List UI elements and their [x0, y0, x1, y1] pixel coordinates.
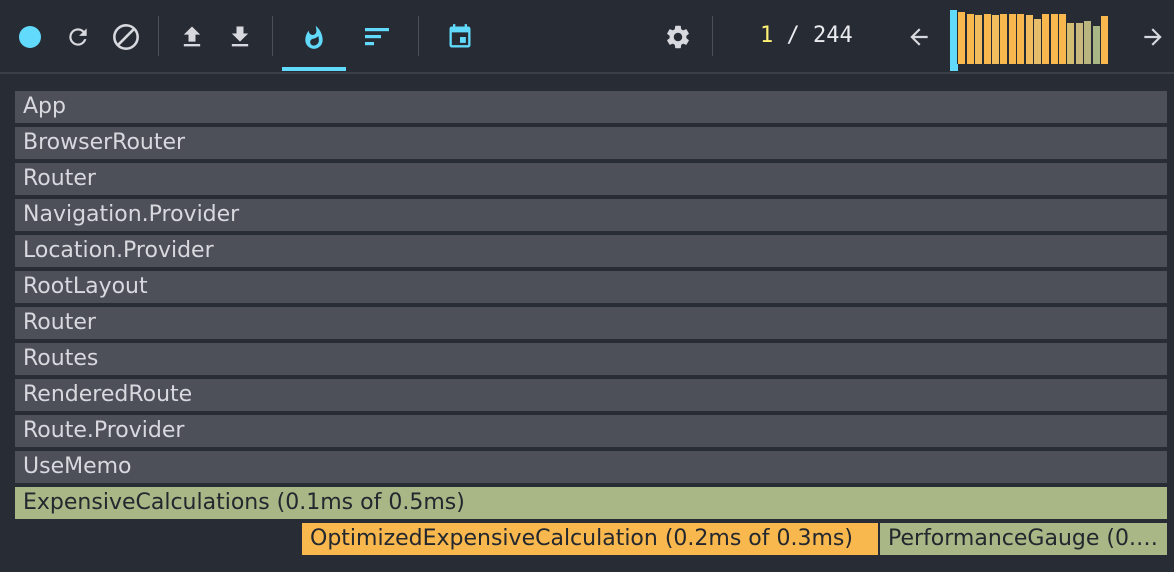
- settings-icon: [667, 25, 689, 49]
- commit-current: 1: [760, 23, 774, 48]
- commit-bar[interactable]: [1033, 19, 1041, 64]
- flamegraph-node[interactable]: PerformanceGauge (0.2ms of 0.2ms): [879, 522, 1168, 556]
- tab-flamegraph[interactable]: [282, 18, 346, 58]
- flamegraph-node[interactable]: Router: [14, 162, 1168, 196]
- flamegraph-node[interactable]: OptimizedExpensiveCalculation (0.2ms of …: [301, 522, 879, 556]
- flamegraph-node[interactable]: Navigation.Provider: [14, 198, 1168, 232]
- reload-and-profile-button[interactable]: [62, 20, 94, 54]
- commit-bar[interactable]: [1059, 14, 1067, 64]
- commit-bar[interactable]: [966, 14, 974, 64]
- record-icon: [19, 26, 41, 48]
- commit-bar[interactable]: [1050, 14, 1058, 64]
- commit-bar[interactable]: [950, 10, 957, 64]
- flamegraph-node[interactable]: App: [14, 90, 1168, 124]
- commit-bar[interactable]: [1101, 16, 1109, 64]
- tab-ranked[interactable]: [360, 20, 396, 54]
- active-tab-indicator: [282, 67, 346, 71]
- commit-bar[interactable]: [1075, 23, 1083, 64]
- reload-icon: [69, 28, 87, 46]
- previous-commit-button[interactable]: [902, 20, 936, 54]
- upload-icon: [183, 26, 201, 47]
- flamegraph-node[interactable]: Router: [14, 306, 1168, 340]
- flamegraph-node[interactable]: Route.Provider: [14, 414, 1168, 448]
- commit-bar[interactable]: [1067, 23, 1075, 64]
- arrow-right-icon: [1144, 28, 1162, 46]
- commit-bar[interactable]: [983, 14, 991, 64]
- toolbar-separator: [418, 16, 419, 56]
- download-icon: [231, 26, 249, 47]
- toolbar-separator: [272, 16, 273, 56]
- flamegraph-node[interactable]: Routes: [14, 342, 1168, 376]
- commit-bar[interactable]: [1008, 14, 1016, 64]
- toolbar-divider: [0, 72, 1174, 74]
- flamegraph-node[interactable]: UseMemo: [14, 450, 1168, 484]
- profiler-toolbar: 1 / 244: [0, 0, 1174, 72]
- flamegraph-node[interactable]: BrowserRouter: [14, 126, 1168, 160]
- flamegraph-node[interactable]: RenderedRoute: [14, 378, 1168, 412]
- commit-separator: /: [773, 23, 813, 48]
- flamegraph-node[interactable]: RootLayout: [14, 270, 1168, 304]
- record-button[interactable]: [14, 20, 46, 54]
- flamegraph-icon: [305, 25, 323, 49]
- commit-bar[interactable]: [958, 12, 966, 64]
- next-commit-button[interactable]: [1136, 20, 1170, 54]
- flamegraph-node[interactable]: ExpensiveCalculations (0.1ms of 0.5ms): [14, 486, 1168, 520]
- commit-bar[interactable]: [1084, 21, 1092, 64]
- clear-profiling-data-button[interactable]: [110, 20, 142, 54]
- toolbar-separator: [712, 16, 713, 56]
- save-profile-button[interactable]: [224, 20, 256, 54]
- timeline-icon: [449, 24, 471, 48]
- flamegraph-node[interactable]: Location.Provider: [14, 234, 1168, 268]
- commit-selector[interactable]: [950, 8, 1112, 64]
- settings-button[interactable]: [660, 20, 696, 54]
- commit-bar[interactable]: [1092, 26, 1100, 64]
- ranked-icon: [365, 28, 389, 46]
- commit-bar[interactable]: [1017, 14, 1025, 64]
- commit-total: 244: [813, 23, 853, 48]
- clear-icon: [113, 24, 139, 50]
- flamegraph-chart: App BrowserRouter Router Navigation.Provide…: [14, 90, 1168, 560]
- commit-bar[interactable]: [1042, 14, 1050, 64]
- commit-bar[interactable]: [1000, 14, 1008, 64]
- commit-bar[interactable]: [975, 15, 983, 64]
- commit-bar[interactable]: [1025, 15, 1033, 64]
- selected-commit-marker: [950, 64, 958, 71]
- commit-bar[interactable]: [991, 15, 999, 64]
- tab-timeline[interactable]: [442, 20, 478, 54]
- commit-counter: 1 / 244: [760, 20, 853, 52]
- toolbar-separator: [158, 16, 159, 56]
- load-profile-button[interactable]: [176, 20, 208, 54]
- arrow-left-icon: [910, 28, 928, 46]
